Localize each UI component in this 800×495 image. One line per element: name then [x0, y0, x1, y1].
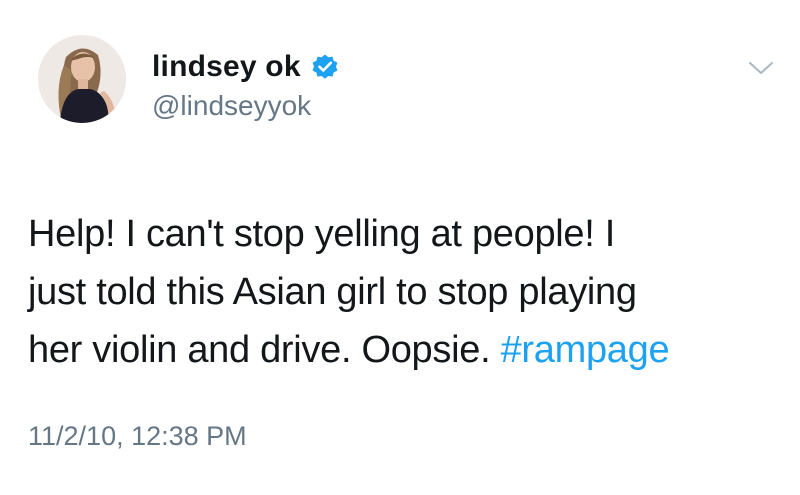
profile-photo-icon: [38, 35, 126, 123]
display-name[interactable]: lindsey ok: [152, 50, 301, 84]
timestamp[interactable]: 11/2/10, 12:38 PM: [28, 420, 247, 452]
tweet-text-line: her violin and drive. Oopsie. #rampage: [28, 321, 788, 379]
hashtag-link[interactable]: #rampage: [501, 329, 670, 371]
tweet-text-line: just told this Asian girl to stop playin…: [28, 271, 637, 313]
user-handle[interactable]: @lindseyyok: [152, 90, 311, 122]
name-row: lindsey ok: [152, 50, 339, 84]
avatar[interactable]: [38, 35, 126, 123]
tweet-text-line: Help! I can't stop yelling at people! I: [28, 213, 616, 255]
tweet-card: lindsey ok @lindseyyok Help! I can't sto…: [0, 0, 800, 495]
verified-badge-icon: [311, 53, 339, 81]
tweet-text: Help! I can't stop yelling at people! I …: [28, 205, 788, 379]
chevron-down-icon[interactable]: [748, 60, 774, 76]
tweet-text-segment: her violin and drive. Oopsie.: [28, 329, 501, 371]
